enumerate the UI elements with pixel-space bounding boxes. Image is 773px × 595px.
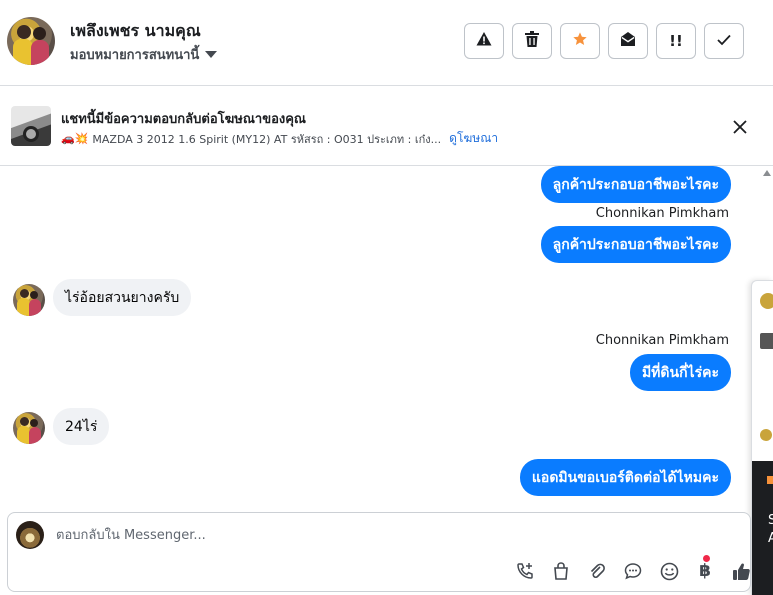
outgoing-message[interactable]: ลูกค้าประกอบอาชีพอะไรคะ bbox=[540, 226, 731, 263]
popup-avatar-small bbox=[760, 429, 772, 441]
delete-button[interactable] bbox=[512, 23, 552, 59]
call-add-icon[interactable] bbox=[513, 559, 537, 583]
mark-unread-button[interactable] bbox=[608, 23, 648, 59]
priority-button[interactable]: !! bbox=[656, 23, 696, 59]
popup-thumbnail bbox=[760, 333, 773, 349]
mark-done-button[interactable] bbox=[704, 23, 744, 59]
contact-name[interactable]: เพลึงเพชร นามคุณ bbox=[70, 19, 201, 44]
warning-icon bbox=[476, 31, 492, 51]
caret-down-icon bbox=[205, 51, 218, 58]
ad-description-text: MAZDA 3 2012 1.6 Spirit (MY12) AT รหัสรถ… bbox=[92, 132, 442, 146]
ad-reply-banner: แชทนี้มีข้อความตอบกลับต่อโฆษณาของคุณ 🚗💥 … bbox=[0, 86, 773, 166]
ad-thumbnail[interactable] bbox=[11, 106, 51, 146]
view-ad-link[interactable]: ดูโฆษณา bbox=[449, 129, 498, 148]
saved-reply-icon[interactable] bbox=[621, 559, 645, 583]
shopping-bag-icon[interactable] bbox=[549, 559, 573, 583]
contact-avatar-small[interactable] bbox=[13, 412, 45, 444]
popup-text-line-1: S bbox=[768, 513, 773, 528]
popup-avatar bbox=[760, 293, 773, 309]
outgoing-message[interactable]: แอดมินขอเบอร์ติดต่อได้ไหมคะ bbox=[519, 459, 731, 496]
assign-label: มอบหมายการสนทนานี้ bbox=[70, 48, 200, 63]
incoming-message[interactable]: 24ไร่ bbox=[53, 408, 110, 445]
assign-conversation-dropdown[interactable]: มอบหมายการสนทนานี้ bbox=[70, 44, 218, 65]
sender-name: Chonnikan Pimkham bbox=[595, 333, 729, 348]
star-icon bbox=[572, 31, 588, 51]
page-avatar bbox=[16, 521, 44, 549]
check-icon bbox=[717, 32, 731, 50]
contact-avatar[interactable] bbox=[7, 17, 55, 65]
popup-dark-card: S A bbox=[752, 461, 773, 595]
close-icon bbox=[733, 115, 747, 139]
emoji-icon[interactable] bbox=[657, 559, 681, 583]
scroll-up-arrow-icon[interactable] bbox=[763, 170, 771, 176]
ad-description: 🚗💥 MAZDA 3 2012 1.6 Spirit (MY12) AT รหั… bbox=[61, 129, 498, 148]
ad-banner-title: แชทนี้มีข้อความตอบกลับต่อโฆษณาของคุณ bbox=[61, 112, 306, 127]
outgoing-message[interactable]: ลูกค้าประกอบอาชีพอะไรคะ bbox=[540, 166, 731, 203]
side-panel-popup[interactable]: S A bbox=[751, 280, 773, 595]
message-thread[interactable]: ลูกค้าประกอบอาชีพอะไรคะ Chonnikan Pimkha… bbox=[0, 166, 760, 511]
incoming-message[interactable]: ไร่อ้อยสวนยางครับ bbox=[53, 279, 192, 316]
conversation-header: เพลึงเพชร นามคุณ มอบหมายการสนทนานี้ !! bbox=[0, 0, 773, 86]
mark-spam-button[interactable] bbox=[464, 23, 504, 59]
contact-avatar-small[interactable] bbox=[13, 284, 45, 316]
paperclip-icon[interactable] bbox=[585, 559, 609, 583]
reply-input[interactable] bbox=[56, 525, 656, 545]
popup-text-line-2: A bbox=[768, 531, 773, 546]
priority-icon: !! bbox=[669, 32, 683, 50]
notification-dot bbox=[703, 555, 710, 562]
reply-composer: ฿ bbox=[7, 512, 751, 592]
star-button[interactable] bbox=[560, 23, 600, 59]
outgoing-message[interactable]: มีที่ดินกี่ไร่คะ bbox=[629, 354, 731, 391]
popup-card-icon bbox=[767, 476, 773, 484]
car-emoji-icon: 🚗💥 bbox=[61, 132, 89, 145]
sender-name: Chonnikan Pimkham bbox=[595, 206, 729, 221]
envelope-open-icon bbox=[620, 31, 636, 51]
trash-icon bbox=[525, 31, 539, 51]
thumbs-up-icon[interactable] bbox=[729, 559, 753, 583]
baht-payment-icon[interactable]: ฿ bbox=[693, 559, 717, 583]
close-banner-button[interactable] bbox=[728, 115, 752, 139]
